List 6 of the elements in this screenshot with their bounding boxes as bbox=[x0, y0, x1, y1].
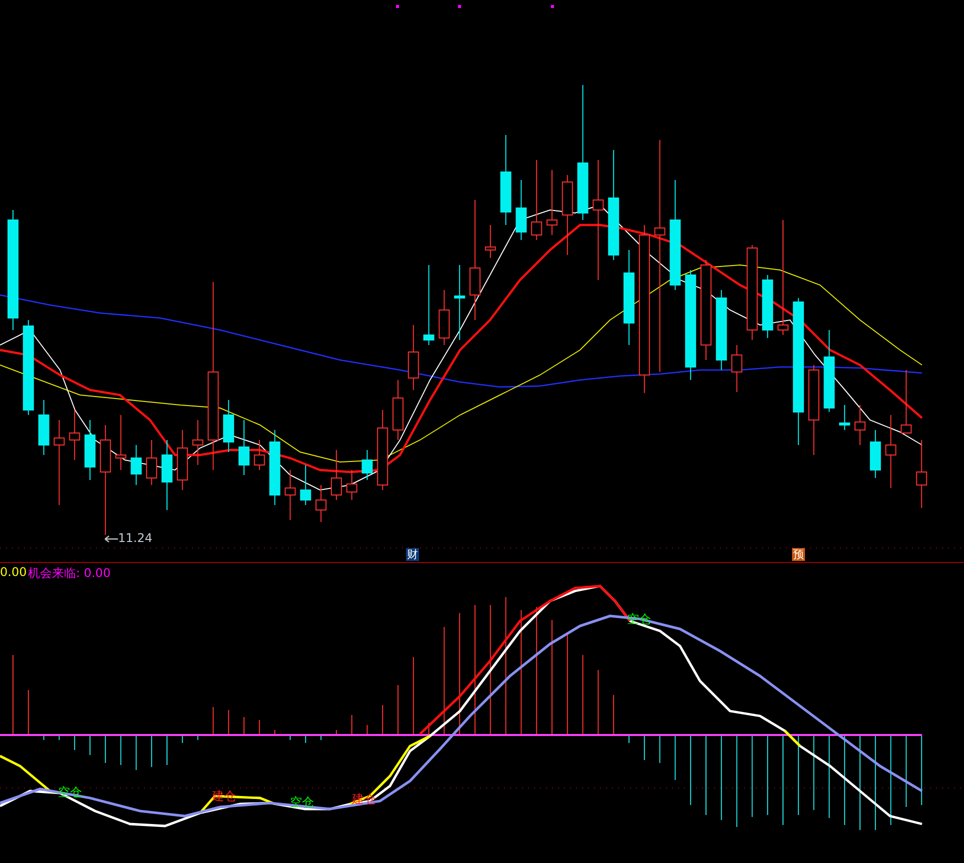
event-badge: 财 bbox=[406, 548, 419, 561]
low-price-label: 11.24 bbox=[118, 531, 152, 545]
indicator-value: 0.00 bbox=[0, 565, 27, 579]
event-badge: 预 bbox=[792, 548, 805, 561]
indicator-value: 机会来临: 0.00 bbox=[28, 565, 111, 582]
arrow-icon bbox=[104, 535, 118, 543]
